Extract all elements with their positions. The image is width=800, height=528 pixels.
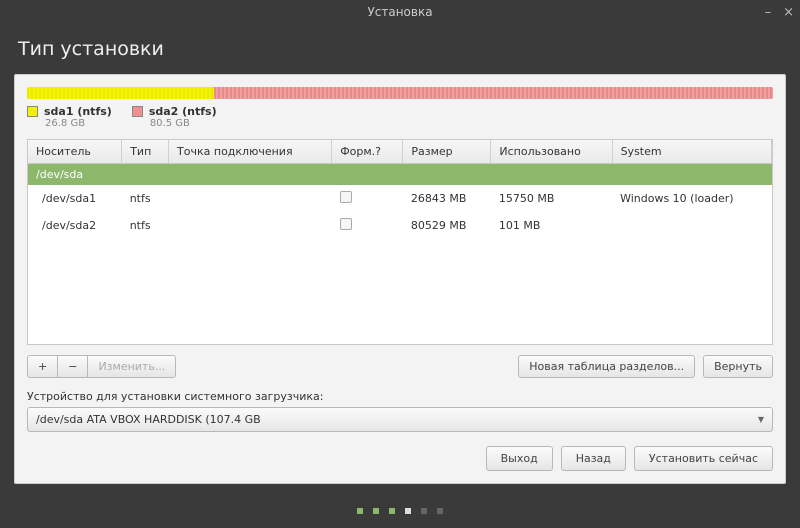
format-checkbox[interactable] xyxy=(340,218,352,230)
bootloader-value: /dev/sda ATA VBOX HARDDISK (107.4 GB xyxy=(36,413,261,426)
progress-dot xyxy=(421,508,427,514)
legend-size: 80.5 GB xyxy=(150,118,217,129)
partition-bar-sda2 xyxy=(214,87,774,99)
legend-item-sda2: sda2 (ntfs) 80.5 GB xyxy=(132,105,217,129)
col-size[interactable]: Размер xyxy=(403,140,491,164)
partition-table[interactable]: Носитель Тип Точка подключения Форм.? Ра… xyxy=(27,139,773,345)
partition-legend: sda1 (ntfs) 26.8 GB sda2 (ntfs) 80.5 GB xyxy=(27,105,773,129)
close-icon[interactable]: × xyxy=(783,5,794,20)
col-system[interactable]: System xyxy=(612,140,771,164)
content-panel: sda1 (ntfs) 26.8 GB sda2 (ntfs) 80.5 GB … xyxy=(14,74,786,484)
progress-dot xyxy=(405,508,411,514)
col-type[interactable]: Тип xyxy=(122,140,169,164)
legend-item-sda1: sda1 (ntfs) 26.8 GB xyxy=(27,105,112,129)
new-partition-table-button[interactable]: Новая таблица разделов... xyxy=(518,355,695,378)
partition-usage-bar xyxy=(27,87,773,99)
legend-swatch-icon xyxy=(132,106,143,117)
bootloader-device-select[interactable]: /dev/sda ATA VBOX HARDDISK (107.4 GB ▼ xyxy=(27,407,773,432)
col-mount[interactable]: Точка подключения xyxy=(169,140,332,164)
revert-button[interactable]: Вернуть xyxy=(703,355,773,378)
legend-size: 26.8 GB xyxy=(45,118,112,129)
format-checkbox[interactable] xyxy=(340,191,352,203)
minimize-icon[interactable]: – xyxy=(765,5,772,20)
back-button[interactable]: Назад xyxy=(561,446,626,471)
add-partition-button[interactable]: + xyxy=(27,355,58,378)
install-now-button[interactable]: Установить сейчас xyxy=(634,446,773,471)
change-partition-button[interactable]: Изменить... xyxy=(87,355,176,378)
progress-dot xyxy=(373,508,379,514)
col-device[interactable]: Носитель xyxy=(28,140,122,164)
progress-dot xyxy=(357,508,363,514)
chevron-down-icon: ▼ xyxy=(758,415,764,424)
progress-dot xyxy=(437,508,443,514)
col-used[interactable]: Использовано xyxy=(491,140,612,164)
titlebar: Установка – × xyxy=(0,0,800,24)
legend-label: sda1 (ntfs) xyxy=(44,105,112,118)
col-format[interactable]: Форм.? xyxy=(332,140,403,164)
legend-label: sda2 (ntfs) xyxy=(149,105,217,118)
progress-dot xyxy=(389,508,395,514)
partition-bar-sda1 xyxy=(27,87,214,99)
quit-button[interactable]: Выход xyxy=(486,446,553,471)
remove-partition-button[interactable]: − xyxy=(57,355,88,378)
progress-dots xyxy=(0,498,800,528)
window-title: Установка xyxy=(367,5,432,19)
page-title: Тип установки xyxy=(0,24,800,74)
table-device-row[interactable]: /dev/sda xyxy=(28,164,772,186)
table-row[interactable]: /dev/sda2 ntfs 80529 MB 101 MB xyxy=(28,212,772,239)
bootloader-label: Устройство для установки системного загр… xyxy=(27,390,773,403)
legend-swatch-icon xyxy=(27,106,38,117)
table-row[interactable]: /dev/sda1 ntfs 26843 MB 15750 MB Windows… xyxy=(28,185,772,212)
